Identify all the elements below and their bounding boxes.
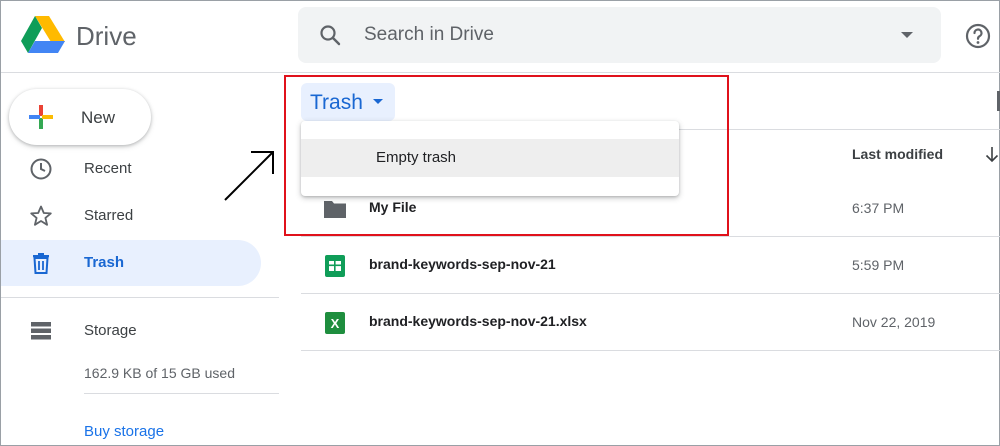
star-icon xyxy=(30,205,52,226)
new-button[interactable]: New xyxy=(9,89,151,145)
sidebar-item-label: Recent xyxy=(84,160,132,177)
app-title: Drive xyxy=(76,21,137,51)
svg-text:X: X xyxy=(331,316,340,331)
file-name: brand-keywords-sep-nov-21.xlsx xyxy=(369,313,587,329)
sort-arrow-down-icon[interactable] xyxy=(983,145,1000,165)
buy-storage-link[interactable]: Buy storage xyxy=(84,423,164,440)
new-button-label: New xyxy=(81,108,116,127)
annotation-highlight-box xyxy=(284,75,729,236)
google-drive-logo-icon[interactable] xyxy=(19,15,67,55)
sidebar-item-trash[interactable]: Trash xyxy=(1,240,261,286)
file-modified-date: 5:59 PM xyxy=(852,257,905,273)
search-input[interactable] xyxy=(364,21,864,49)
storage-icon xyxy=(31,322,51,340)
annotation-arrow-icon xyxy=(224,151,274,201)
sidebar-item-storage[interactable]: Storage xyxy=(1,308,261,354)
plus-icon xyxy=(29,105,53,129)
storage-usage-text: 162.9 KB of 15 GB used xyxy=(84,365,235,381)
google-sheets-icon xyxy=(325,255,345,277)
clock-icon xyxy=(30,158,52,180)
trash-icon xyxy=(33,253,49,274)
storage-usage-bar xyxy=(84,393,279,394)
file-name: brand-keywords-sep-nov-21 xyxy=(369,256,556,272)
help-icon[interactable] xyxy=(963,21,993,51)
sidebar-item-label: Trash xyxy=(84,254,125,271)
sidebar-divider xyxy=(1,297,279,298)
search-bar[interactable] xyxy=(298,7,941,63)
file-modified-date: 6:37 PM xyxy=(852,200,905,216)
table-row[interactable]: X brand-keywords-sep-nov-21.xlsx Nov 22,… xyxy=(301,294,1000,351)
sidebar-item-label: Starred xyxy=(84,207,134,224)
table-row[interactable]: brand-keywords-sep-nov-21 5:59 PM xyxy=(301,237,1000,294)
column-header-last-modified[interactable]: Last modified xyxy=(852,146,944,162)
file-modified-date: Nov 22, 2019 xyxy=(852,314,936,330)
excel-icon: X xyxy=(325,312,345,334)
sidebar-item-label: Storage xyxy=(84,322,137,339)
search-options-caret-icon[interactable] xyxy=(901,32,913,38)
top-bar: Drive xyxy=(1,1,1000,73)
search-icon[interactable] xyxy=(318,23,342,47)
